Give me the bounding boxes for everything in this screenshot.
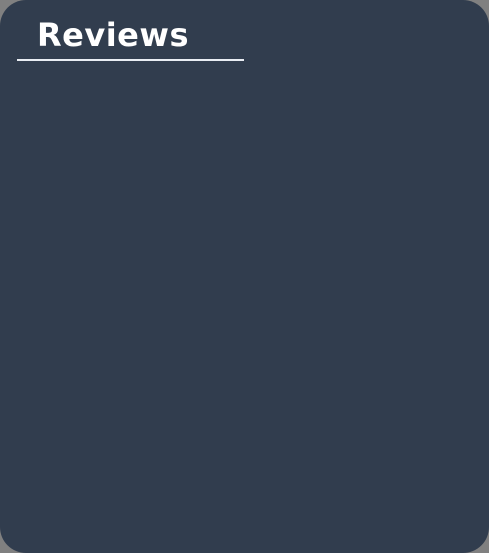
- reviews-title: Reviews: [37, 16, 189, 54]
- reviews-header: Reviews: [17, 0, 244, 62]
- title-underline: [17, 59, 244, 61]
- reviews-content-area: [17, 70, 472, 536]
- reviews-card: Reviews: [0, 0, 489, 553]
